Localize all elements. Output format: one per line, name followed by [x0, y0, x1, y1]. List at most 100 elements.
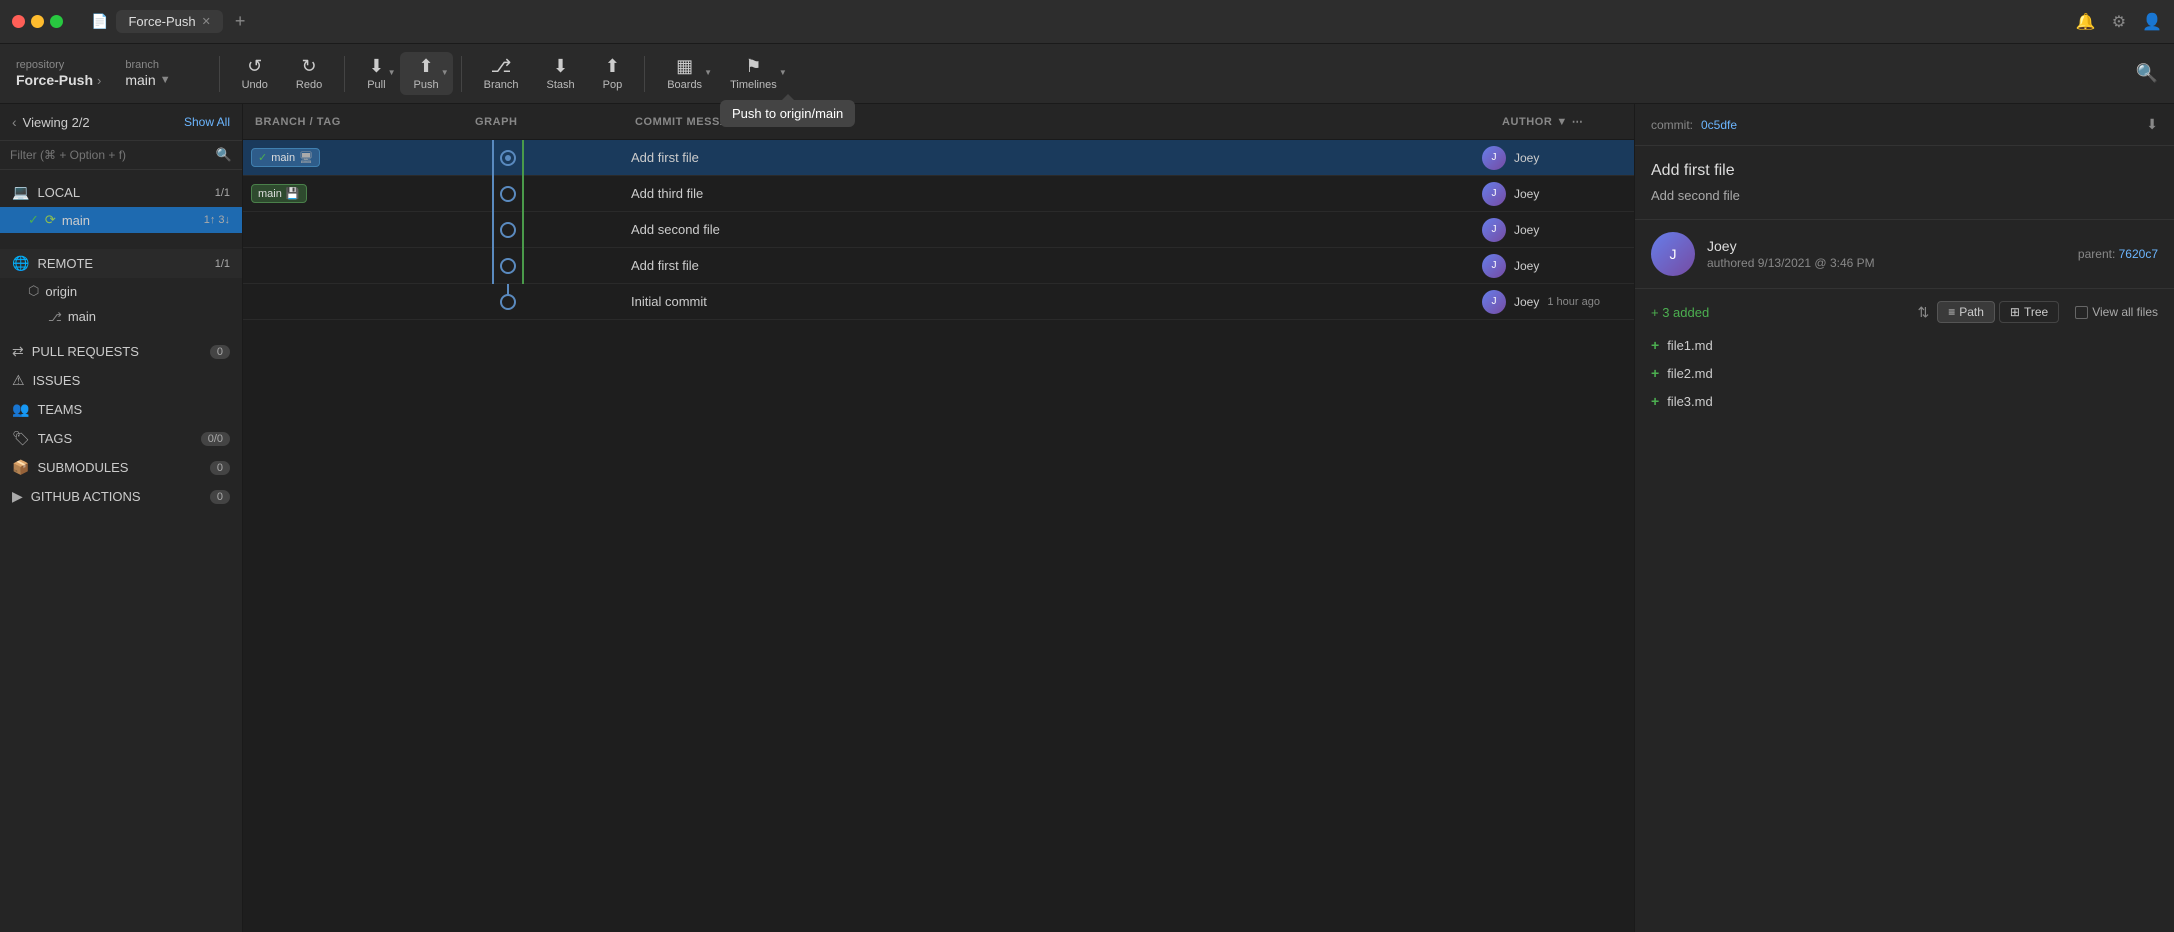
add-tab-button[interactable]: + — [235, 11, 246, 32]
stash-icon: ⬇ — [553, 56, 568, 77]
filter-input[interactable] — [10, 148, 210, 162]
view-all-files-toggle[interactable]: View all files — [2075, 305, 2158, 319]
right-panel: commit: 0c5dfe ⬇ Add first file Add seco… — [1634, 104, 2174, 932]
author-name-4: Joey — [1514, 259, 1539, 273]
teams-icon: 👥 — [12, 401, 29, 418]
monitor-icon: 🖥 — [299, 151, 313, 164]
main-branch-check-icon: ✓ — [28, 212, 39, 228]
list-item[interactable]: + file3.md — [1635, 387, 2174, 415]
files-header: + 3 added ⇅ ≡ Path ⊞ Tree View all files — [1635, 301, 2174, 331]
tab-label: Force-Push — [128, 14, 195, 29]
timelines-caret-icon: ▼ — [779, 68, 787, 77]
local-icon: 💻 — [12, 184, 29, 201]
remote-section-header[interactable]: 🌐 REMOTE 1/1 — [0, 249, 242, 278]
remote-icon: 🌐 — [12, 255, 29, 272]
list-item[interactable]: + file2.md — [1635, 359, 2174, 387]
file-added-icon: + — [1651, 337, 1659, 353]
tree-view-button[interactable]: ⊞ Tree — [1999, 301, 2059, 323]
tags-section[interactable]: 🏷 TAGS 0/0 — [0, 424, 242, 453]
undo-label: Undo — [242, 79, 268, 91]
local-section-header[interactable]: 💻 LOCAL 1/1 — [0, 178, 242, 207]
boards-button[interactable]: ▦ Boards ▼ — [653, 52, 716, 95]
avatar: J — [1482, 182, 1506, 206]
stash-label: Stash — [546, 79, 574, 91]
back-icon[interactable]: ‹ — [12, 114, 17, 130]
main-layout: ‹ Viewing 2/2 Show All 🔍 💻 LOCAL 1/1 ✓ ⟳… — [0, 104, 2174, 932]
local-branch-tag: ✓ main 🖥 — [251, 148, 320, 167]
sort-icon[interactable]: ⇅ — [1917, 304, 1929, 321]
pull-requests-section[interactable]: ⇄ PULL REQUESTS 0 — [0, 337, 242, 366]
user-avatar-icon[interactable]: 👤 — [2142, 12, 2162, 32]
stash-button[interactable]: ⬇ Stash — [532, 52, 588, 95]
sidebar-item-main-branch[interactable]: ✓ ⟳ main 1↑ 3↓ — [0, 207, 242, 233]
table-row[interactable]: Add second file J Joey — [243, 212, 1634, 248]
notifications-icon[interactable]: 🔔 — [2076, 12, 2096, 32]
path-view-button[interactable]: ≡ Path — [1937, 301, 1995, 323]
close-button[interactable] — [12, 15, 25, 28]
redo-button[interactable]: ↻ Redo — [282, 52, 336, 95]
search-icon[interactable]: 🔍 — [2136, 63, 2158, 84]
issues-icon: ⚠ — [12, 372, 25, 389]
avatar: J — [1482, 254, 1506, 278]
graph-cell-4 — [463, 248, 623, 284]
origin-item: ⬡ origin — [0, 278, 242, 304]
issues-label: ISSUES — [33, 373, 230, 388]
author-date: authored 9/13/2021 @ 3:46 PM — [1707, 256, 2066, 270]
maximize-button[interactable] — [50, 15, 63, 28]
files-section: + 3 added ⇅ ≡ Path ⊞ Tree View all files — [1635, 289, 2174, 932]
tab-close-button[interactable]: ✕ — [202, 15, 211, 28]
undo-button[interactable]: ↺ Undo — [228, 52, 282, 95]
local-label: LOCAL — [37, 185, 206, 200]
issues-section[interactable]: ⚠ ISSUES — [0, 366, 242, 395]
col-author: AUTHOR ▼ ⋯ — [1502, 115, 1622, 128]
list-item[interactable]: + file1.md — [1635, 331, 2174, 359]
github-actions-label: GITHUB ACTIONS — [31, 489, 202, 504]
settings-icon[interactable]: ⚙ — [2112, 12, 2126, 32]
push-button[interactable]: ⬆ Push ▼ — [400, 52, 453, 95]
github-actions-section[interactable]: ▶ GITHUB ACTIONS 0 — [0, 482, 242, 511]
submodules-section[interactable]: 📦 SUBMODULES 0 — [0, 453, 242, 482]
main-branch-arrows: 1↑ 3↓ — [204, 214, 230, 226]
repo-info: repository Force-Push › — [16, 59, 101, 88]
repo-arrow-icon: › — [97, 73, 101, 88]
commit-hash-value: 0c5dfe — [1701, 118, 1737, 132]
active-tab[interactable]: Force-Push ✕ — [116, 10, 222, 33]
push-caret-icon: ▼ — [441, 68, 449, 77]
repo-name[interactable]: Force-Push — [16, 72, 93, 88]
filter-bar: 🔍 — [0, 141, 242, 170]
avatar: J — [1482, 290, 1506, 314]
commit-subtitle: Add second file — [1635, 188, 2174, 219]
commit-timestamp-5: 1 hour ago — [1547, 296, 1600, 308]
filter-search-icon: 🔍 — [216, 147, 232, 163]
author-filter-icon[interactable]: ▼ — [1556, 116, 1567, 128]
branch-dropdown-icon[interactable]: ▼ — [160, 74, 171, 86]
toolbar-divider-3 — [461, 56, 462, 92]
table-row[interactable]: main 💾 Add third file J Joe — [243, 176, 1634, 212]
pull-label: Pull — [367, 79, 385, 91]
show-all-button[interactable]: Show All — [184, 115, 230, 129]
pull-button[interactable]: ⬇ Pull ▼ — [353, 52, 399, 95]
branch-icon: ⎇ — [491, 56, 512, 77]
remote-main-branch[interactable]: ⎇ main — [0, 304, 242, 329]
table-row[interactable]: ✓ main 🖥 Add first file — [243, 140, 1634, 176]
author-cell-1: J Joey — [1474, 146, 1634, 170]
view-all-checkbox[interactable] — [2075, 306, 2088, 319]
table-row[interactable]: Initial commit J Joey 1 hour ago — [243, 284, 1634, 320]
author-name-5: Joey — [1514, 295, 1539, 309]
content-area: BRANCH / TAG GRAPH COMMIT MESSAGE AUTHOR… — [243, 104, 1634, 932]
added-count: + 3 added — [1651, 305, 1909, 320]
remote-branch-name: main — [68, 309, 96, 324]
branch-button[interactable]: ⎇ Branch — [470, 52, 533, 95]
parent-info: parent: 7620c7 — [2078, 247, 2158, 261]
timelines-button[interactable]: ⚑ Timelines ▼ — [716, 52, 791, 95]
minimize-button[interactable] — [31, 15, 44, 28]
file-name-1: file1.md — [1667, 338, 1713, 353]
download-icon[interactable]: ⬇ — [2146, 116, 2158, 133]
author-options-icon[interactable]: ⋯ — [1572, 115, 1584, 128]
pop-button[interactable]: ⬆ Pop — [589, 52, 637, 95]
current-branch-name: main — [125, 72, 155, 88]
file-added-icon: + — [1651, 393, 1659, 409]
teams-label: TEAMS — [37, 402, 230, 417]
teams-section[interactable]: 👥 TEAMS — [0, 395, 242, 424]
table-row[interactable]: Add first file J Joey — [243, 248, 1634, 284]
